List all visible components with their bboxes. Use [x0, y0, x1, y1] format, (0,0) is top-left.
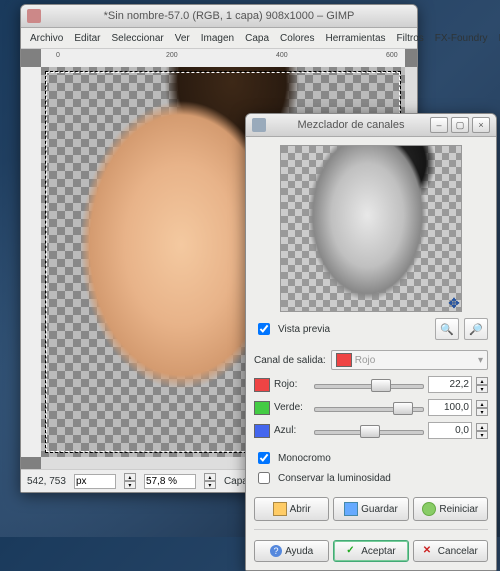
- check-icon: ✓: [346, 545, 358, 557]
- channel-mixer-dialog: Mezclador de canales – ▢ × ✥ Vista previ…: [245, 113, 497, 571]
- red-slider-label: Rojo:: [274, 379, 310, 390]
- menu-archivo[interactable]: Archivo: [25, 31, 68, 46]
- red-up[interactable]: ▴: [476, 377, 488, 385]
- blue-slider-label: Azul:: [274, 425, 310, 436]
- zoom-in-button[interactable]: 🔎: [464, 318, 488, 340]
- unit-up[interactable]: ▴: [124, 473, 136, 481]
- green-value[interactable]: 100,0: [428, 399, 472, 416]
- close-button[interactable]: ×: [472, 117, 490, 133]
- gimp-icon: [27, 9, 41, 23]
- main-title: *Sin nombre-57.0 (RGB, 1 capa) 908x1000 …: [47, 10, 411, 22]
- output-channel-label: Canal de salida:: [254, 355, 326, 366]
- red-down[interactable]: ▾: [476, 385, 488, 393]
- preview-checkbox[interactable]: [258, 323, 270, 335]
- menubar: Archivo Editar Seleccionar Ver Imagen Ca…: [21, 28, 417, 49]
- menu-seleccionar[interactable]: Seleccionar: [106, 31, 168, 46]
- reset-button[interactable]: Reiniciar: [413, 497, 488, 521]
- cancel-button[interactable]: ✕Cancelar: [413, 540, 488, 562]
- folder-open-icon: [273, 502, 287, 516]
- dialog-titlebar[interactable]: Mezclador de canales – ▢ ×: [246, 114, 496, 137]
- red-swatch-icon: [254, 378, 270, 392]
- blue-slider[interactable]: [314, 423, 424, 439]
- green-down[interactable]: ▾: [476, 408, 488, 416]
- green-up[interactable]: ▴: [476, 400, 488, 408]
- chevron-down-icon: ▾: [478, 355, 483, 366]
- menu-editar[interactable]: Editar: [69, 31, 105, 46]
- open-button[interactable]: Abrir: [254, 497, 329, 521]
- move-icon[interactable]: ✥: [445, 295, 462, 312]
- reset-icon: [422, 502, 436, 516]
- menu-herramientas[interactable]: Herramientas: [321, 31, 391, 46]
- menu-filtros[interactable]: Filtros: [392, 31, 429, 46]
- ruler-vertical[interactable]: [21, 67, 42, 457]
- red-value[interactable]: 22,2: [428, 376, 472, 393]
- blue-swatch-icon: [254, 424, 270, 438]
- cancel-icon: ✕: [423, 545, 435, 557]
- blue-down[interactable]: ▾: [476, 431, 488, 439]
- output-channel-combo: Rojo ▾: [331, 350, 488, 370]
- menu-pythonfu[interactable]: Python-Fu: [494, 31, 500, 46]
- blue-up[interactable]: ▴: [476, 423, 488, 431]
- monochrome-checkbox[interactable]: [258, 452, 270, 464]
- red-swatch-icon: [336, 353, 352, 367]
- menu-fxfoundry[interactable]: FX-Foundry: [430, 31, 493, 46]
- menu-ver[interactable]: Ver: [170, 31, 195, 46]
- menu-imagen[interactable]: Imagen: [196, 31, 239, 46]
- zoom-up[interactable]: ▴: [204, 473, 216, 481]
- save-icon: [344, 502, 358, 516]
- zoom-down[interactable]: ▾: [204, 481, 216, 489]
- preserve-luminosity-checkbox[interactable]: [258, 472, 270, 484]
- save-button[interactable]: Guardar: [333, 497, 408, 521]
- cursor-coords: 542, 753: [27, 476, 66, 487]
- help-icon: ?: [270, 545, 282, 557]
- preserve-luminosity-label: Conservar la luminosidad: [278, 473, 391, 484]
- preview-label: Vista previa: [278, 324, 330, 335]
- green-swatch-icon: [254, 401, 270, 415]
- dialog-icon: [252, 118, 266, 132]
- blue-value[interactable]: 0,0: [428, 422, 472, 439]
- minimize-button[interactable]: –: [430, 117, 448, 133]
- maximize-button[interactable]: ▢: [451, 117, 469, 133]
- green-slider-label: Verde:: [274, 402, 310, 413]
- dialog-title: Mezclador de canales: [272, 119, 430, 131]
- monochrome-label: Monocromo: [278, 453, 331, 464]
- menu-capa[interactable]: Capa: [240, 31, 274, 46]
- main-titlebar[interactable]: *Sin nombre-57.0 (RGB, 1 capa) 908x1000 …: [21, 5, 417, 28]
- preview-image[interactable]: ✥: [280, 145, 462, 312]
- unit-input[interactable]: [74, 474, 116, 489]
- red-slider[interactable]: [314, 377, 424, 393]
- unit-down[interactable]: ▾: [124, 481, 136, 489]
- ruler-horizontal[interactable]: 0 200 400 600: [41, 49, 405, 68]
- menu-colores[interactable]: Colores: [275, 31, 319, 46]
- zoom-out-button[interactable]: 🔍: [435, 318, 459, 340]
- accept-button[interactable]: ✓Aceptar: [333, 540, 408, 562]
- zoom-input[interactable]: [144, 474, 196, 489]
- help-button[interactable]: ?Ayuda: [254, 540, 329, 562]
- green-slider[interactable]: [314, 400, 424, 416]
